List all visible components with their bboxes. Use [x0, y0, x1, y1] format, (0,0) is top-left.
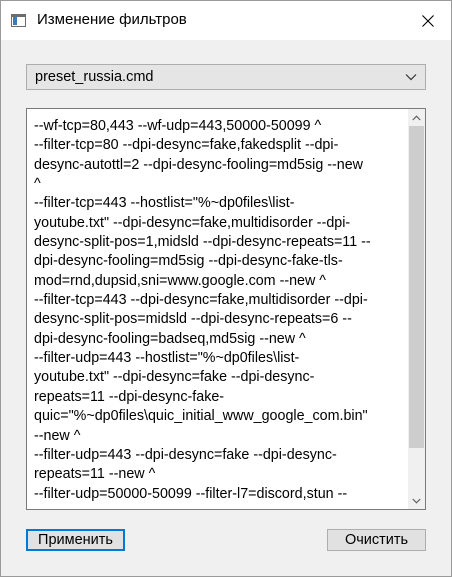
editor-line: --filter-tcp=443 --dpi-desync=fake,multi…: [34, 292, 368, 309]
editor-line: desync-split-pos=midsld --dpi-desync-rep…: [34, 311, 352, 328]
window-title: Изменение фильтров: [37, 11, 187, 28]
apply-button[interactable]: Применить: [26, 529, 125, 551]
scroll-up-button[interactable]: [408, 109, 425, 126]
close-icon: [422, 14, 434, 27]
preset-select[interactable]: preset_russia.cmd: [26, 64, 426, 90]
editor-line: --new ^: [34, 427, 81, 444]
chevron-down-icon: [412, 498, 421, 504]
preset-select-value: preset_russia.cmd: [35, 69, 154, 85]
editor-line: youtube.txt" --dpi-desync=fake,multidiso…: [34, 214, 351, 231]
editor-line: dpi-desync-fooling=md5sig --dpi-desync-f…: [34, 253, 343, 270]
filter-text-editor[interactable]: --wf-tcp=80,443 --wf-udp=443,50000-50099…: [26, 108, 426, 510]
scroll-down-button[interactable]: [408, 492, 425, 509]
vertical-scrollbar[interactable]: [408, 109, 425, 509]
editor-line: --filter-udp=443 --dpi-desync=fake --dpi…: [34, 446, 337, 463]
editor-line: dpi-desync-fooling=badseq,md5sig --new ^: [34, 330, 306, 347]
chevron-down-icon: [405, 74, 417, 81]
editor-line: repeats=11 --dpi-desync-fake-: [34, 388, 225, 405]
clear-button[interactable]: Очистить: [327, 529, 426, 551]
editor-line: --filter-tcp=443 --hostlist="%~dp0files\…: [34, 195, 295, 212]
close-button[interactable]: [405, 1, 451, 40]
editor-line: desync-autottl=2 --dpi-desync-fooling=md…: [34, 156, 363, 173]
editor-line: --filter-udp=443 --hostlist="%~dp0files\…: [34, 350, 300, 367]
filter-edit-window: Изменение фильтров preset_russia.cmd --w…: [0, 0, 452, 577]
editor-line: --filter-tcp=80 --dpi-desync=fake,fakeds…: [34, 137, 339, 154]
editor-line: quic="%~dp0files\quic_initial_www_google…: [34, 408, 368, 425]
editor-line: desync-split-pos=1,midsld --dpi-desync-r…: [34, 234, 371, 251]
window-app-icon: [11, 14, 26, 27]
editor-line: youtube.txt" --dpi-desync=fake --dpi-des…: [34, 369, 315, 386]
title-bar[interactable]: Изменение фильтров: [1, 1, 451, 40]
editor-line: --filter-udp=50000-50099 --filter-l7=dis…: [34, 485, 348, 502]
editor-line: mod=rnd,dupsid,sni=www.google.com --new …: [34, 272, 326, 289]
filter-text-content[interactable]: --wf-tcp=80,443 --wf-udp=443,50000-50099…: [34, 117, 406, 504]
editor-line: ^: [34, 176, 41, 193]
editor-line: --wf-tcp=80,443 --wf-udp=443,50000-50099…: [34, 118, 322, 134]
editor-line: repeats=11 --new ^: [34, 466, 156, 483]
scroll-thumb[interactable]: [409, 126, 424, 448]
chevron-up-icon: [412, 114, 421, 120]
